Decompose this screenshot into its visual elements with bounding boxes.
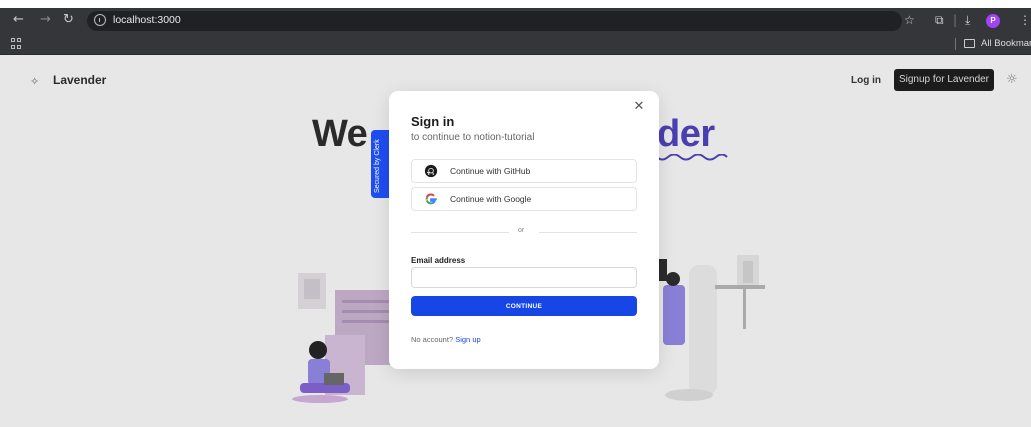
clerk-badge-label: Secured by Clerk bbox=[374, 139, 381, 193]
bookmarks-divider bbox=[955, 38, 956, 50]
sign-in-modal: ✕ Sign in to continue to notion-tutorial… bbox=[389, 91, 659, 369]
github-signin-button[interactable]: Continue with GitHub bbox=[411, 159, 637, 183]
close-icon[interactable]: ✕ bbox=[632, 100, 646, 114]
reload-icon[interactable]: ↻ bbox=[63, 13, 74, 27]
left-illustration bbox=[292, 273, 400, 403]
login-button[interactable]: Log in bbox=[851, 75, 881, 86]
no-account-label: No account? bbox=[411, 335, 454, 344]
bookmarks-bar: All Bookmarks bbox=[0, 34, 1031, 55]
hero-title-right: der bbox=[657, 113, 715, 155]
address-bar[interactable]: localhost:3000 bbox=[87, 11, 902, 31]
email-label: Email address bbox=[411, 256, 466, 265]
lavender-logo-icon: ✧ bbox=[30, 75, 40, 88]
google-icon bbox=[425, 193, 437, 205]
back-icon[interactable]: ← bbox=[13, 13, 24, 27]
continue-button[interactable]: CONTINUE bbox=[411, 296, 637, 316]
brand-name[interactable]: Lavender bbox=[53, 73, 106, 87]
signup-link[interactable]: Sign up bbox=[455, 335, 480, 344]
theme-toggle-sun-icon[interactable]: ☼ bbox=[1006, 72, 1018, 87]
clerk-secured-badge[interactable]: Secured by Clerk bbox=[371, 130, 389, 198]
email-field[interactable] bbox=[411, 267, 637, 288]
signup-button[interactable]: Signup for Lavender bbox=[894, 69, 994, 91]
forward-icon[interactable]: → bbox=[40, 13, 51, 27]
github-icon bbox=[424, 164, 438, 178]
hero-title-left: We bbox=[312, 113, 368, 155]
toolbar-divider: | bbox=[953, 13, 958, 27]
google-signin-label: Continue with Google bbox=[450, 194, 532, 204]
modal-title: Sign in bbox=[411, 114, 455, 129]
github-signin-label: Continue with GitHub bbox=[450, 166, 531, 176]
extensions-icon[interactable]: ⧉ bbox=[935, 13, 944, 27]
download-icon[interactable]: ⤓ bbox=[965, 13, 970, 27]
page-content: ✧ Lavender Log in Signup for Lavender ☼ … bbox=[0, 55, 1031, 427]
or-divider: or bbox=[518, 227, 525, 234]
divider-line-right bbox=[539, 232, 637, 233]
profile-avatar[interactable]: P bbox=[986, 14, 1000, 28]
google-signin-button[interactable]: Continue with Google bbox=[411, 187, 637, 211]
url-text: localhost:3000 bbox=[113, 14, 181, 26]
folder-icon bbox=[964, 39, 975, 48]
divider-line-left bbox=[411, 232, 509, 233]
site-info-icon[interactable] bbox=[94, 14, 106, 26]
no-account-text: No account? Sign up bbox=[411, 335, 481, 344]
apps-icon[interactable] bbox=[11, 38, 22, 49]
right-illustration bbox=[659, 255, 765, 401]
menu-icon[interactable]: ⋮ bbox=[1019, 13, 1031, 27]
all-bookmarks-link[interactable]: All Bookmarks bbox=[981, 38, 1031, 49]
modal-subtitle: to continue to notion-tutorial bbox=[411, 132, 535, 143]
star-icon[interactable]: ☆ bbox=[904, 13, 915, 27]
hero-underline-wave bbox=[656, 154, 728, 161]
browser-toolbar: ← → ↻ localhost:3000 ☆ ⧉ | ⤓ P ⋮ bbox=[0, 8, 1031, 34]
